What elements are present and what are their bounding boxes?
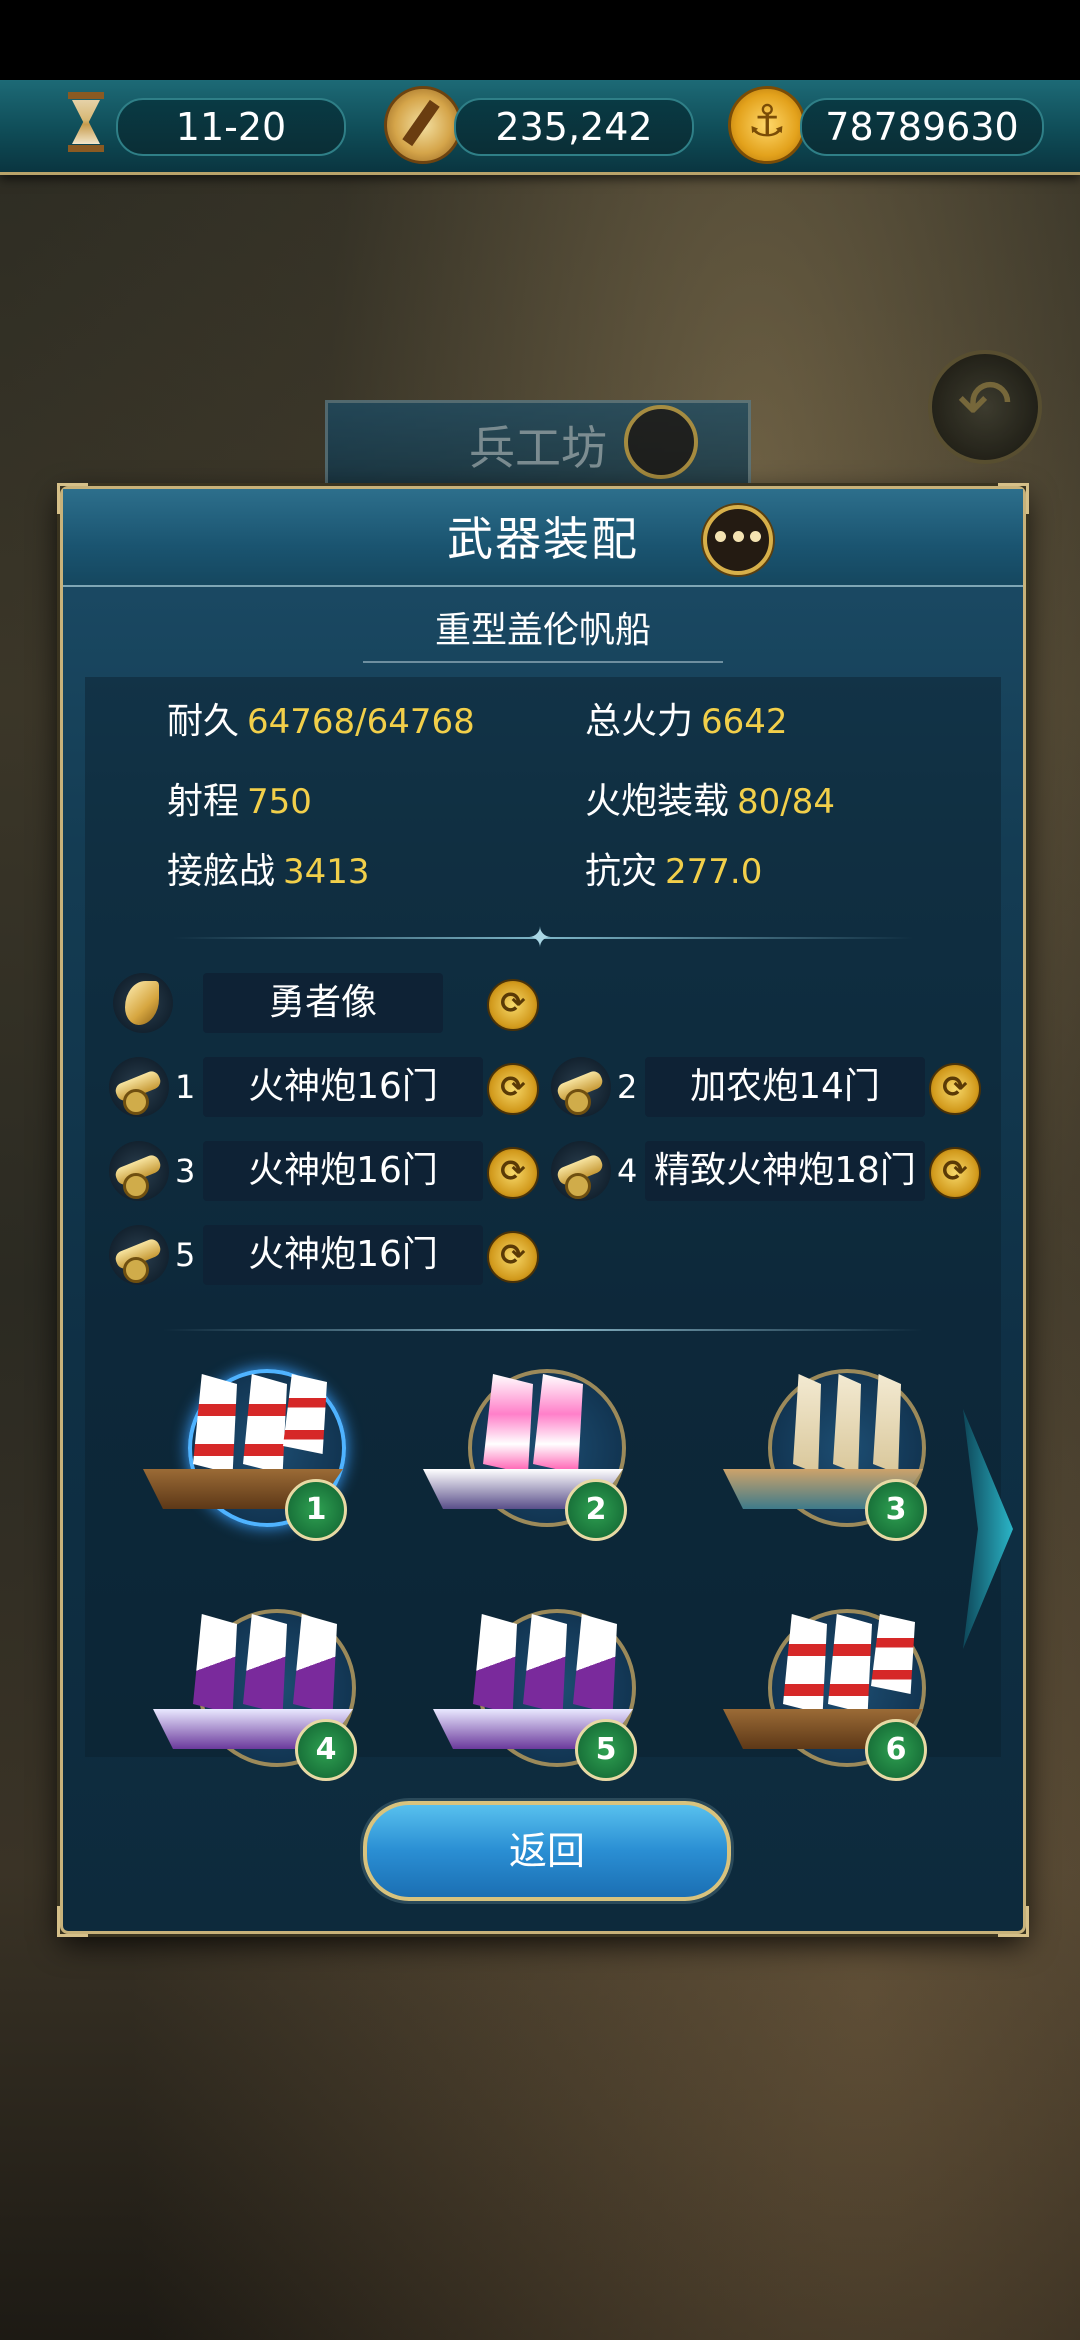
cannon-icon: [109, 1225, 169, 1285]
ship-number-badge: 5: [575, 1719, 637, 1781]
compass-resource: 235,242: [454, 98, 694, 156]
stat-label: 抗灾: [585, 851, 658, 892]
refresh-icon[interactable]: ⟳: [487, 1063, 539, 1115]
section-divider: [163, 1329, 923, 1331]
stat-cannon-load: 火炮装载 80/84: [585, 777, 835, 827]
stat-value: 64768/64768: [247, 702, 475, 742]
refresh-icon[interactable]: ⟳: [929, 1147, 981, 1199]
hourglass-icon: [52, 86, 118, 158]
ship-sail: [193, 1614, 237, 1714]
ship-sail: [483, 1374, 533, 1474]
cannon-icon: [551, 1057, 611, 1117]
stat-value: 80/84: [737, 782, 835, 822]
stat-boarding: 接舷战 3413: [167, 847, 370, 897]
stat-label: 火炮装载: [585, 781, 730, 822]
ship-card-3[interactable]: 3: [713, 1349, 943, 1549]
gold-resource: 78789630: [800, 98, 1044, 156]
cannon-icon: [551, 1141, 611, 1201]
ship-card-5[interactable]: 5: [423, 1589, 653, 1789]
wing-icon: [113, 973, 173, 1033]
cannon-slot-1[interactable]: 火神炮16门: [203, 1057, 483, 1117]
refresh-icon[interactable]: ⟳: [929, 1063, 981, 1115]
stat-value: 3413: [283, 852, 370, 892]
ship-name: 重型盖伦帆船: [363, 601, 723, 663]
ship-number-badge: 3: [865, 1479, 927, 1541]
stat-value: 277.0: [665, 852, 763, 892]
cannon-slot-3[interactable]: 火神炮16门: [203, 1141, 483, 1201]
turn-counter: 11-20: [116, 98, 346, 156]
slot-number: 2: [617, 1068, 638, 1106]
workshop-chat-icon: [624, 405, 698, 479]
stat-value: 750: [247, 782, 312, 822]
divider-ornament: ✦: [528, 921, 552, 954]
ship-sail: [473, 1614, 517, 1714]
status-bar: [0, 0, 1080, 80]
stat-disaster-resist: 抗灾 277.0: [585, 847, 762, 897]
ship-number-badge: 4: [295, 1719, 357, 1781]
slot-number: 3: [175, 1152, 196, 1190]
ship-number-badge: 6: [865, 1719, 927, 1781]
slot-number: 5: [175, 1236, 196, 1274]
stat-durability: 耐久 64768/64768: [167, 697, 475, 747]
ship-sail: [783, 1614, 827, 1714]
stat-label: 总火力: [585, 701, 694, 742]
weapon-equip-panel: 武器装配 重型盖伦帆船 耐久 64768/64768 总火力 6642 射程 750 …: [57, 483, 1029, 1937]
chat-icon[interactable]: [703, 505, 773, 575]
ship-card-4[interactable]: 4: [143, 1589, 373, 1789]
panel-header: 武器装配: [63, 489, 1023, 587]
cannon-slot-2[interactable]: 加农炮14门: [645, 1057, 925, 1117]
anchor-coin-icon: ⚓: [728, 86, 806, 164]
compass-icon: [384, 86, 462, 164]
stat-firepower: 总火力 6642: [585, 697, 788, 747]
panel-corner: [998, 1906, 1029, 1937]
slot-number: 4: [617, 1152, 638, 1190]
panel-title: 武器装配: [447, 512, 639, 566]
refresh-icon[interactable]: ⟳: [487, 1147, 539, 1199]
cannon-icon: [109, 1141, 169, 1201]
resource-bar: 11-20 235,242 ⚓ 78789630: [0, 80, 1080, 175]
stat-value: 6642: [701, 702, 788, 742]
ship-card-2[interactable]: 2: [413, 1349, 643, 1549]
refresh-icon[interactable]: ⟳: [487, 1231, 539, 1283]
figurehead-slot[interactable]: 勇者像: [203, 973, 443, 1033]
return-button[interactable]: 返回: [363, 1801, 731, 1901]
stat-label: 耐久: [167, 701, 240, 742]
cannon-icon: [109, 1057, 169, 1117]
cannon-slot-5[interactable]: 火神炮16门: [203, 1225, 483, 1285]
panel-corner: [57, 1906, 88, 1937]
cannon-slot-4[interactable]: 精致火神炮18门: [645, 1141, 925, 1201]
stat-label: 射程: [167, 781, 240, 822]
slot-number: 1: [175, 1068, 196, 1106]
stat-label: 接舷战: [167, 851, 276, 892]
back-arrow-icon[interactable]: ↶: [928, 350, 1042, 464]
stat-range: 射程 750: [167, 777, 312, 827]
ship-number-badge: 1: [285, 1479, 347, 1541]
ship-card-6[interactable]: 6: [713, 1589, 943, 1789]
refresh-icon[interactable]: ⟳: [487, 979, 539, 1031]
ship-number-badge: 2: [565, 1479, 627, 1541]
ship-card-1[interactable]: 1: [133, 1349, 363, 1549]
ship-sail: [193, 1374, 237, 1474]
